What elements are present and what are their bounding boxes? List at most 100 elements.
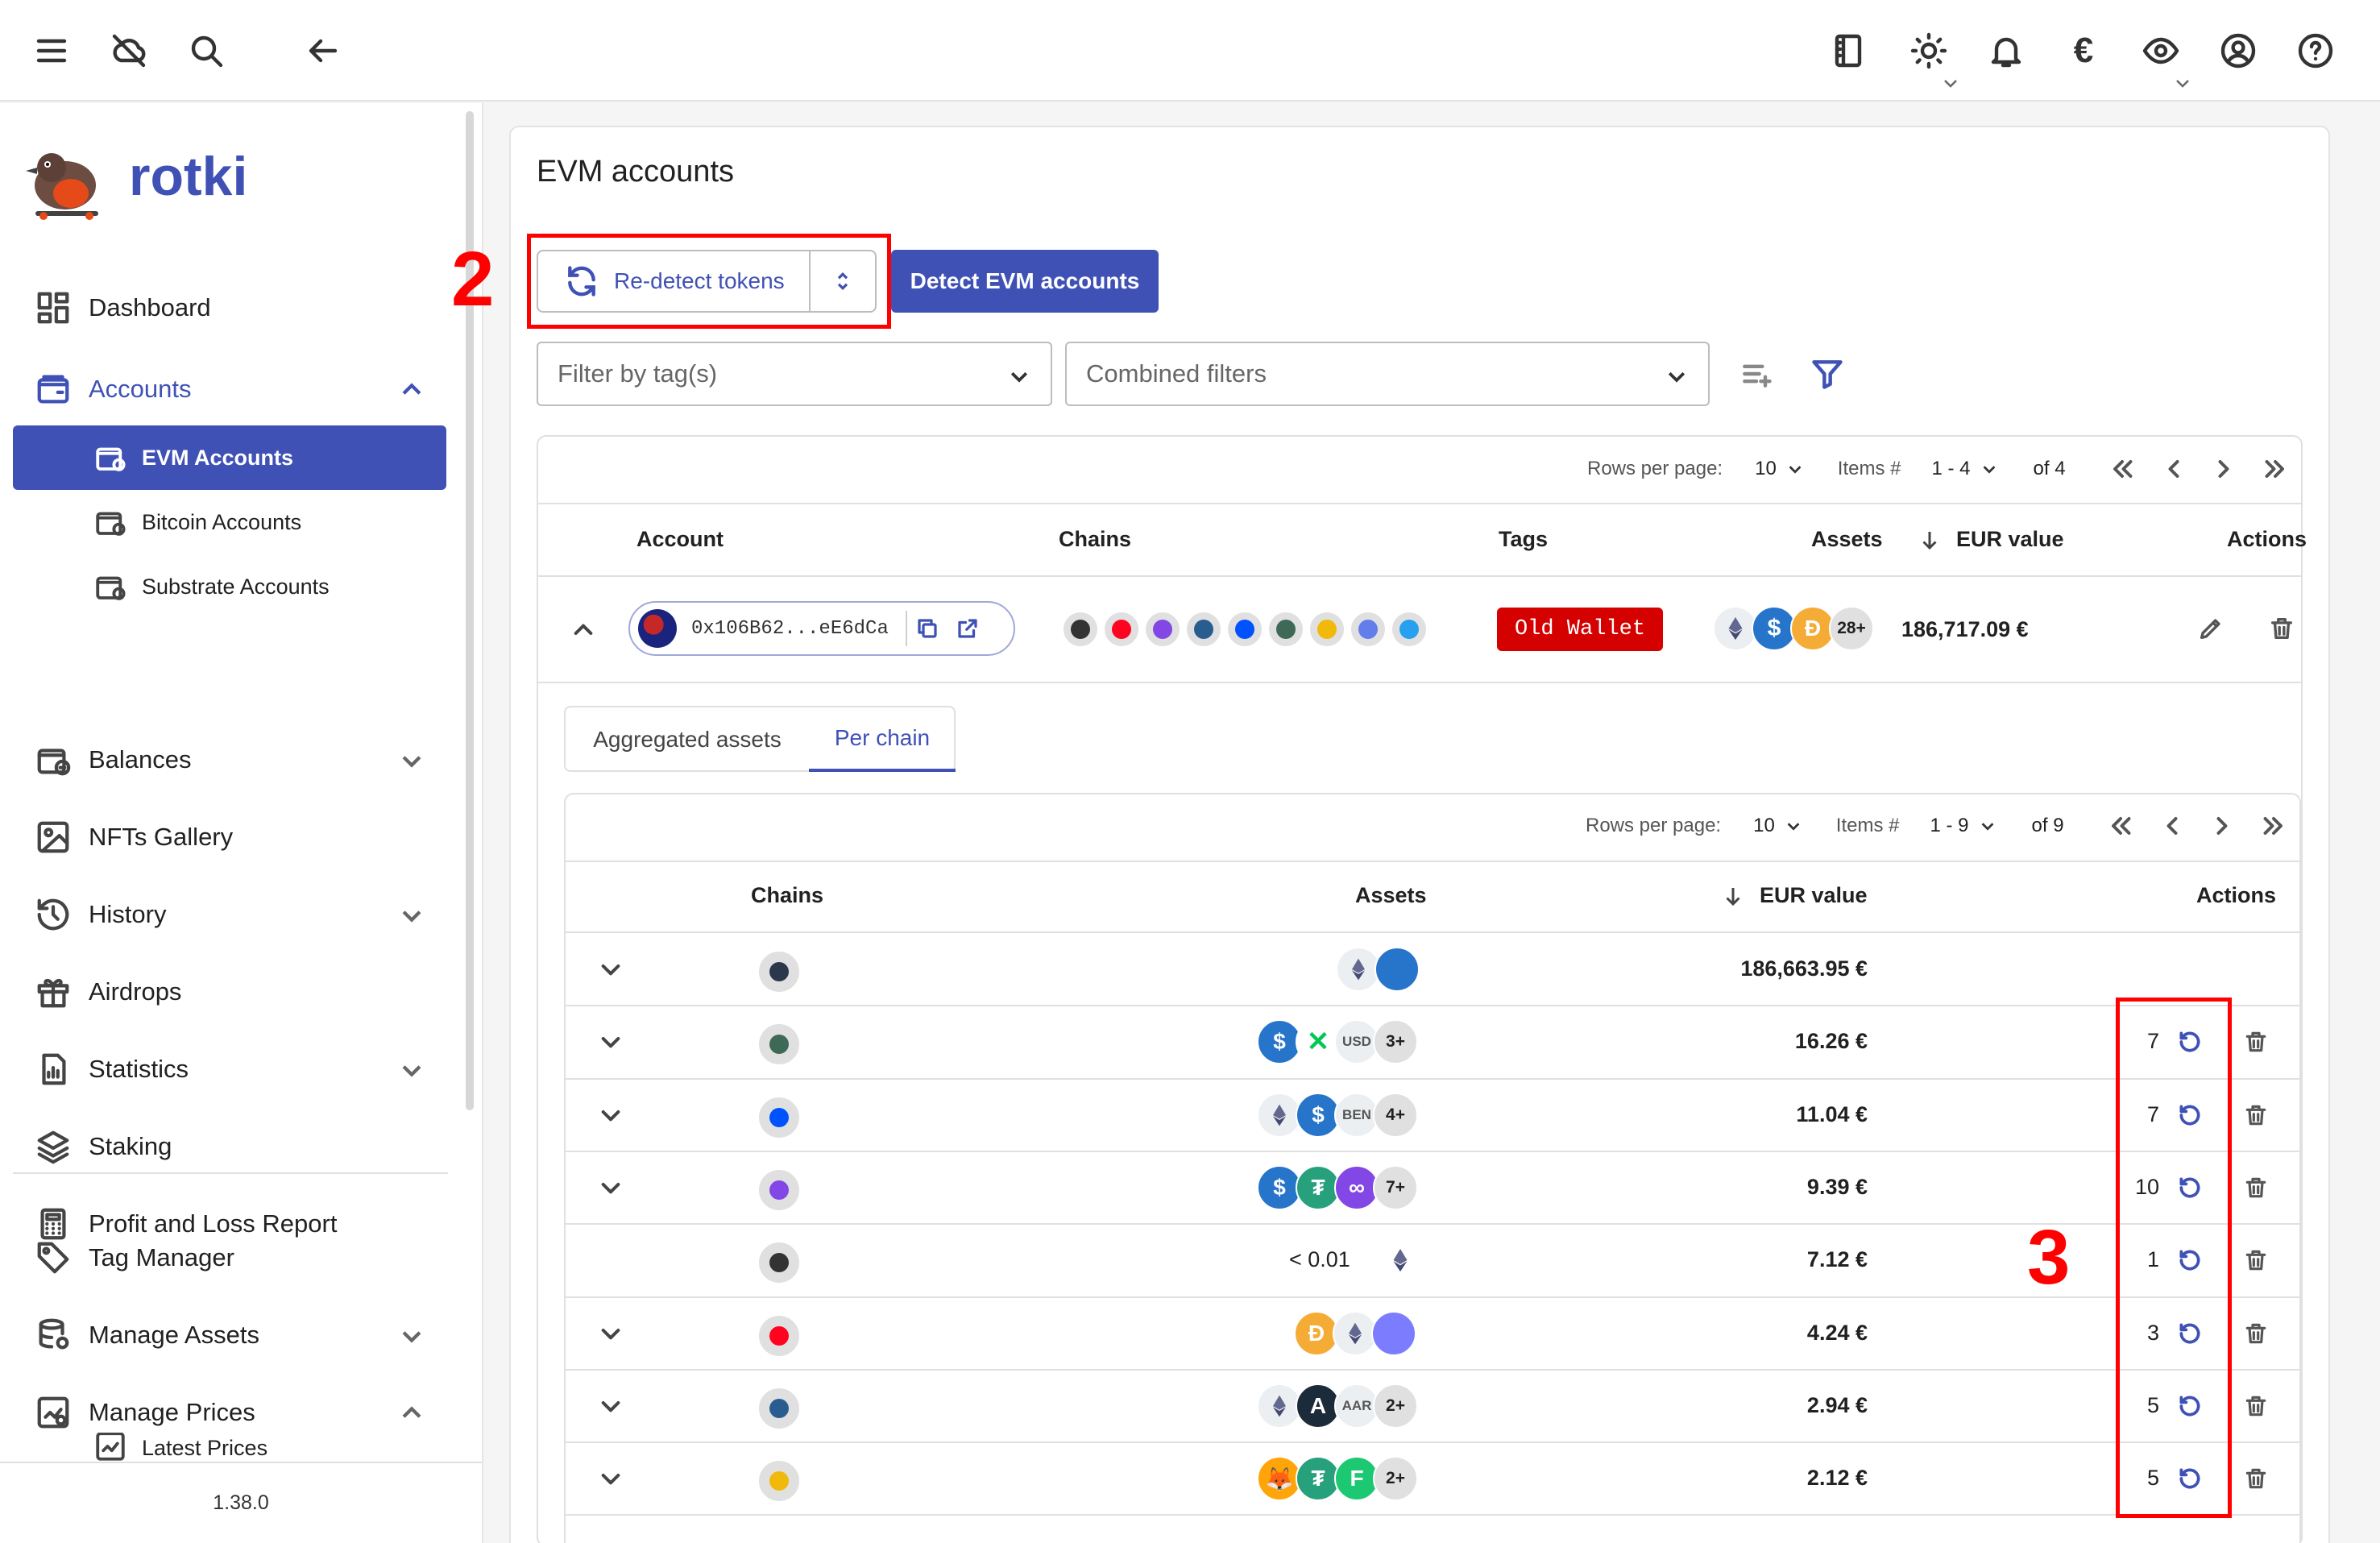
delete-icon[interactable]: [2240, 1026, 2272, 1058]
filter-icon[interactable]: [1805, 351, 1850, 396]
next-page-icon[interactable]: [2206, 451, 2241, 487]
sort-desc-icon: [1922, 531, 1937, 550]
collapse-row-icon[interactable]: [566, 612, 601, 648]
account-address-chip[interactable]: 0x106B62...eE6dCa: [628, 601, 1015, 656]
column-header-account[interactable]: Account: [636, 527, 724, 552]
rows-per-page-select[interactable]: 10: [1753, 815, 1802, 837]
first-page-icon[interactable]: [2104, 451, 2140, 487]
copy-icon[interactable]: [907, 608, 947, 649]
chevron-down-icon: [398, 1056, 425, 1084]
column-header-eur-value[interactable]: EUR value: [1721, 883, 1868, 908]
sidebar-item-label: NFTs Gallery: [89, 823, 234, 851]
account-icon[interactable]: [2214, 27, 2262, 75]
expand-row-icon[interactable]: [593, 1097, 628, 1133]
sort-list-icon[interactable]: [1734, 351, 1779, 396]
search-icon[interactable]: [182, 27, 230, 75]
chevron-down-icon: [398, 902, 425, 929]
delete-icon[interactable]: [2240, 1172, 2272, 1204]
delete-icon[interactable]: [2240, 1390, 2272, 1422]
sidebar-item-statistics[interactable]: Statistics: [13, 1037, 448, 1101]
items-range-select[interactable]: 1 - 9: [1930, 815, 1996, 837]
menu-icon[interactable]: [27, 27, 76, 75]
expand-row-icon[interactable]: [593, 952, 628, 987]
sidebar-item-balances[interactable]: Balances: [13, 728, 448, 792]
column-header-assets[interactable]: Assets: [1355, 883, 1427, 908]
sidebar-item-evm-accounts[interactable]: EVM Accounts: [13, 425, 446, 490]
sidebar-item-staking[interactable]: Staking: [13, 1114, 448, 1179]
prev-page-icon[interactable]: [2156, 451, 2191, 487]
delete-icon[interactable]: [2240, 1244, 2272, 1276]
chevron-down-icon[interactable]: [2174, 69, 2198, 88]
delete-icon[interactable]: [2240, 1099, 2272, 1131]
expand-row-icon[interactable]: [593, 1461, 628, 1496]
sidebar-item-latest-prices[interactable]: Latest Prices: [13, 1433, 446, 1462]
tag-filter-select[interactable]: Filter by tag(s): [537, 342, 1052, 406]
external-link-icon[interactable]: [947, 608, 988, 649]
privacy-eye-icon[interactable]: [2137, 27, 2185, 75]
tag-icon: [29, 1234, 77, 1282]
combined-filters-select[interactable]: Combined filters: [1065, 342, 1710, 406]
column-header-chains[interactable]: Chains: [751, 883, 823, 908]
currency-icon[interactable]: €: [2059, 27, 2108, 75]
sidebar-item-airdrops[interactable]: Airdrops: [13, 960, 448, 1024]
help-icon[interactable]: [2291, 27, 2340, 75]
column-header-chains[interactable]: Chains: [1059, 527, 1131, 552]
theme-icon[interactable]: [1905, 27, 1953, 75]
sidebar-item-tag-manager[interactable]: Tag Manager: [13, 1226, 448, 1290]
items-range-select[interactable]: 1 - 4: [1932, 458, 1998, 480]
expand-row-icon[interactable]: [593, 1170, 628, 1205]
notifications-icon[interactable]: [1982, 27, 2030, 75]
zksync-chain-icon: [1350, 611, 1387, 648]
rows-per-page-select[interactable]: 10: [1755, 458, 1804, 480]
column-header-eur-value[interactable]: EUR value: [1918, 527, 2064, 552]
last-page-icon[interactable]: [2256, 808, 2291, 844]
prev-page-icon[interactable]: [2154, 808, 2190, 844]
binance-chain-icon: [757, 1459, 801, 1504]
account-eur-value: 186,717.09 €: [1901, 617, 2029, 641]
column-header-tags[interactable]: Tags: [1499, 527, 1548, 552]
last-page-icon[interactable]: [2258, 451, 2293, 487]
edit-icon[interactable]: [2193, 611, 2229, 646]
balances-icon: [29, 736, 77, 784]
tab-per-chain[interactable]: Per chain: [809, 707, 956, 772]
delete-icon[interactable]: [2240, 1462, 2272, 1495]
sidebar-item-substrate-accounts[interactable]: Substrate Accounts: [13, 554, 446, 619]
optimism-chain-icon: [1103, 611, 1140, 648]
delete-icon[interactable]: [2240, 1317, 2272, 1350]
base-chain-icon: [1226, 611, 1263, 648]
rotki-logo: [21, 137, 110, 226]
expand-row-icon[interactable]: [593, 1024, 628, 1060]
first-page-icon[interactable]: [2103, 808, 2138, 844]
database-icon: [29, 1311, 77, 1359]
cloud-off-icon[interactable]: [105, 27, 153, 75]
items-label: Items #: [1837, 458, 1901, 479]
detect-evm-accounts-button[interactable]: Detect EVM accounts: [891, 250, 1159, 313]
column-header-assets[interactable]: Assets: [1811, 527, 1883, 552]
chain-eur-value: 9.39 €: [1806, 1175, 1868, 1200]
chevron-down-icon[interactable]: [1942, 69, 1966, 88]
sidebar-item-history[interactable]: History: [13, 882, 448, 947]
back-arrow-icon[interactable]: [298, 27, 346, 75]
expand-row-icon[interactable]: [593, 1388, 628, 1424]
delete-icon[interactable]: [2264, 611, 2299, 646]
sidebar-item-label: Bitcoin Accounts: [142, 509, 302, 534]
eth-asset-icon: [1379, 1239, 1421, 1282]
tab-aggregated-assets[interactable]: Aggregated assets: [566, 707, 809, 772]
divider: [538, 575, 2301, 577]
sidebar-item-manage-assets[interactable]: Manage Assets: [13, 1303, 448, 1367]
notes-icon[interactable]: [1824, 27, 1872, 75]
wallet-icon: [29, 365, 77, 413]
chain-eur-value: 4.24 €: [1806, 1320, 1868, 1345]
tag-chip-old-wallet[interactable]: Old Wallet: [1497, 608, 1663, 651]
sidebar-item-accounts[interactable]: Accounts: [13, 357, 448, 421]
app-version: 1.38.0: [0, 1462, 482, 1543]
sidebar-item-nfts-gallery[interactable]: NFTs Gallery: [13, 805, 448, 869]
chain-eur-value: 2.94 €: [1806, 1392, 1868, 1417]
sidebar-item-bitcoin-accounts[interactable]: Bitcoin Accounts: [13, 490, 446, 554]
expand-row-icon[interactable]: [593, 1316, 628, 1351]
sidebar-item-dashboard[interactable]: Dashboard: [13, 276, 448, 340]
scroll-chain-icon: [757, 1386, 801, 1430]
next-page-icon[interactable]: [2204, 808, 2240, 844]
more-assets-badge: 2+: [1373, 1383, 1418, 1429]
sidebar-item-label: Accounts: [89, 375, 192, 403]
